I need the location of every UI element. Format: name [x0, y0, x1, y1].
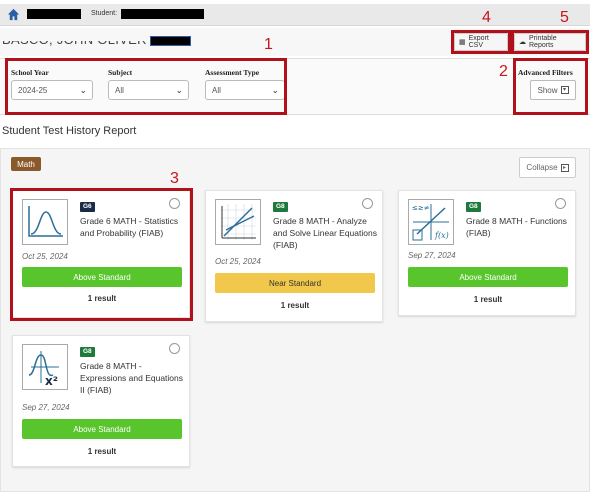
linear-graph-icon [215, 199, 261, 245]
select-radio[interactable] [362, 198, 373, 209]
annotation-number: 1 [264, 36, 273, 53]
advanced-filters-highlight [513, 58, 588, 115]
annotation-number: 5 [560, 9, 569, 26]
redacted-student [121, 9, 204, 19]
student-name: BASCO, JOHN OLIVER [2, 32, 147, 47]
grade-badge: G8 [466, 202, 481, 212]
card-title: Grade 8 MATH - Functions (FIAB) [466, 216, 567, 238]
export-highlight [451, 30, 511, 54]
status-badge: Above Standard [22, 419, 182, 439]
card-highlight [10, 188, 193, 321]
top-bar: Student: [0, 4, 590, 26]
select-radio[interactable] [169, 343, 180, 354]
redacted-name [27, 9, 81, 19]
printable-highlight [511, 30, 589, 54]
card-title: Grade 8 MATH - Analyze and Solve Linear … [273, 216, 377, 250]
report-title: Student Test History Report [2, 125, 137, 137]
assessment-card[interactable]: ≤≥≠ f(x) G8 Grade 8 MATH - Functions (FIA… [398, 190, 576, 316]
card-date: Sep 27, 2024 [408, 251, 456, 260]
assessment-card[interactable]: x² G8 Grade 8 MATH - Expressions and Equ… [12, 335, 190, 467]
annotation-number: 2 [499, 63, 508, 80]
annotation-number: 3 [170, 170, 179, 187]
card-date: Oct 25, 2024 [215, 257, 261, 266]
collapse-icon: ▸ [560, 163, 569, 172]
card-date: Sep 27, 2024 [22, 403, 70, 412]
result-count[interactable]: 1 result [408, 295, 568, 304]
result-count[interactable]: 1 result [22, 447, 182, 456]
expressions-icon: x² [22, 344, 68, 390]
functions-icon: ≤≥≠ f(x) [408, 199, 454, 245]
svg-text:f(x): f(x) [434, 231, 449, 240]
grade-badge: G8 [80, 347, 95, 357]
card-title: Grade 8 MATH - Expressions and Equations… [80, 361, 184, 395]
status-badge: Above Standard [408, 267, 568, 287]
status-badge: Near Standard [215, 273, 375, 293]
filters-highlight [5, 58, 287, 115]
collapse-button[interactable]: Collapse ▸ [519, 157, 576, 178]
assessment-card[interactable]: G8 Grade 8 MATH - Analyze and Solve Line… [205, 190, 383, 322]
subject-badge: Math [11, 157, 41, 171]
select-radio[interactable] [555, 198, 566, 209]
result-count[interactable]: 1 result [215, 301, 375, 310]
annotation-number: 4 [482, 9, 491, 26]
svg-text:≤≥≠: ≤≥≠ [412, 204, 430, 212]
student-label: Student: [91, 10, 118, 17]
home-icon[interactable] [7, 8, 20, 21]
svg-text:x²: x² [45, 374, 58, 388]
grade-badge: G8 [273, 202, 288, 212]
redacted-id [150, 36, 191, 46]
